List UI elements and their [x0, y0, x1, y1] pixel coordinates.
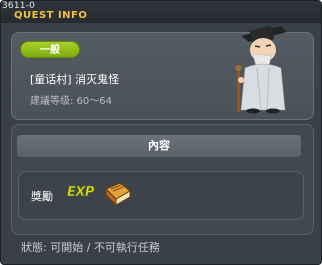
reward-label: 獎勵	[31, 190, 53, 203]
quest-status: 狀態: 可開始 / 不可執行任務	[21, 241, 160, 254]
content-header: 內容	[17, 135, 301, 157]
quest-info-window: 3611-0 QUEST INFO 一般 [童话村] 消灭鬼怪 建議等级: 60…	[0, 0, 322, 265]
window-title: QUEST INFO	[14, 10, 88, 21]
recommended-level: 建議等级: 60～64	[30, 96, 112, 107]
quest-name: [童话村] 消灭鬼怪	[30, 73, 120, 86]
category-badge: 一般	[20, 41, 80, 58]
exp-book-icon[interactable]	[102, 181, 132, 209]
exp-label: EXP	[67, 185, 95, 201]
old-sage-npc-icon	[235, 25, 287, 114]
reward-box	[18, 171, 304, 220]
